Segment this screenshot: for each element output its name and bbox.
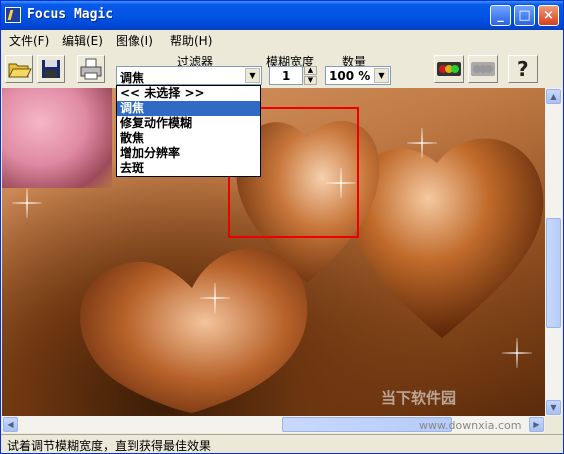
watermark-text: 当下软件园 [381, 389, 457, 407]
sparkle-highlight [200, 283, 230, 313]
scroll-up-button[interactable]: ▲ [546, 89, 561, 104]
open-folder-icon [8, 63, 32, 78]
chevron-down-icon[interactable]: ▼ [374, 68, 389, 83]
scroll-corner [545, 416, 562, 433]
save-button[interactable] [37, 55, 65, 83]
menu-edit[interactable]: 编辑(E) [62, 32, 103, 49]
menu-bar: 文件(F) 编辑(E) 图像(I) 帮助(H) [1, 30, 563, 48]
traffic-light-icon [437, 62, 461, 76]
floppy-disk-icon [42, 60, 60, 78]
blur-width-value: 1 [282, 69, 291, 83]
status-text: 试着调节模糊宽度，直到获得最佳效果 [7, 439, 212, 453]
dropdown-option-selected[interactable]: 调焦 [117, 101, 260, 116]
stop-button[interactable] [468, 55, 498, 83]
open-button[interactable] [5, 55, 33, 83]
chevron-down-icon[interactable]: ▼ [245, 68, 260, 83]
amount-value: 100 % [329, 69, 371, 83]
spin-up-button[interactable]: ▲ [304, 66, 317, 75]
filter-dropdown-list[interactable]: << 未选择 >> 调焦 修复动作模糊 散焦 增加分辨率 去斑 [116, 85, 261, 177]
vertical-scroll-thumb[interactable] [546, 218, 561, 328]
amount-select[interactable]: 100 % ▼ [325, 66, 391, 85]
sparkle-highlight [407, 128, 437, 158]
blur-width-input[interactable]: 1 [269, 66, 303, 85]
print-button[interactable] [77, 55, 105, 83]
traffic-light-disabled-icon [471, 62, 495, 76]
scroll-down-button[interactable]: ▼ [546, 400, 561, 415]
app-window: Focus Magic _ □ × 文件(F) 编辑(E) 图像(I) 帮助(H… [0, 0, 564, 454]
focus-magic-app-icon [5, 7, 21, 23]
toolbar: 过滤器 调焦 ▼ 模糊宽度 1 ▲ ▼ 数量 100 % ▼ ? [1, 48, 563, 88]
heart-chocolate-front [80, 248, 308, 413]
vertical-scrollbar[interactable]: ▲ ▼ [545, 88, 562, 416]
filter-select[interactable]: 调焦 ▼ [116, 66, 262, 85]
filter-selected-value: 调焦 [120, 71, 145, 85]
menu-image[interactable]: 图像(I) [116, 32, 153, 49]
scroll-right-button[interactable]: ▶ [529, 417, 544, 432]
minimize-button[interactable]: _ [490, 5, 511, 26]
menu-help[interactable]: 帮助(H) [170, 32, 212, 49]
menu-file[interactable]: 文件(F) [9, 32, 49, 49]
dropdown-option[interactable]: 去斑 [117, 161, 260, 176]
dropdown-option[interactable]: 修复动作模糊 [117, 116, 260, 131]
dropdown-option[interactable]: 增加分辨率 [117, 146, 260, 161]
sparkle-highlight [12, 188, 42, 218]
maximize-button[interactable]: □ [514, 5, 535, 26]
printer-icon [80, 58, 102, 80]
dropdown-option[interactable]: << 未选择 >> [117, 86, 260, 101]
dropdown-option[interactable]: 散焦 [117, 131, 260, 146]
spin-down-button[interactable]: ▼ [304, 76, 317, 85]
close-button[interactable]: × [538, 5, 559, 26]
scroll-left-button[interactable]: ◀ [3, 417, 18, 432]
window-title: Focus Magic [27, 7, 114, 22]
title-bar[interactable]: Focus Magic _ □ × [1, 1, 563, 30]
run-button[interactable] [434, 55, 464, 83]
status-bar: 试着调节模糊宽度，直到获得最佳效果 [1, 434, 563, 453]
help-button[interactable]: ? [508, 55, 538, 83]
pink-flower-decoration [2, 88, 112, 188]
question-mark-icon: ? [517, 57, 529, 81]
sparkle-highlight [502, 338, 532, 368]
watermark-url: www.downxia.com [419, 419, 522, 432]
